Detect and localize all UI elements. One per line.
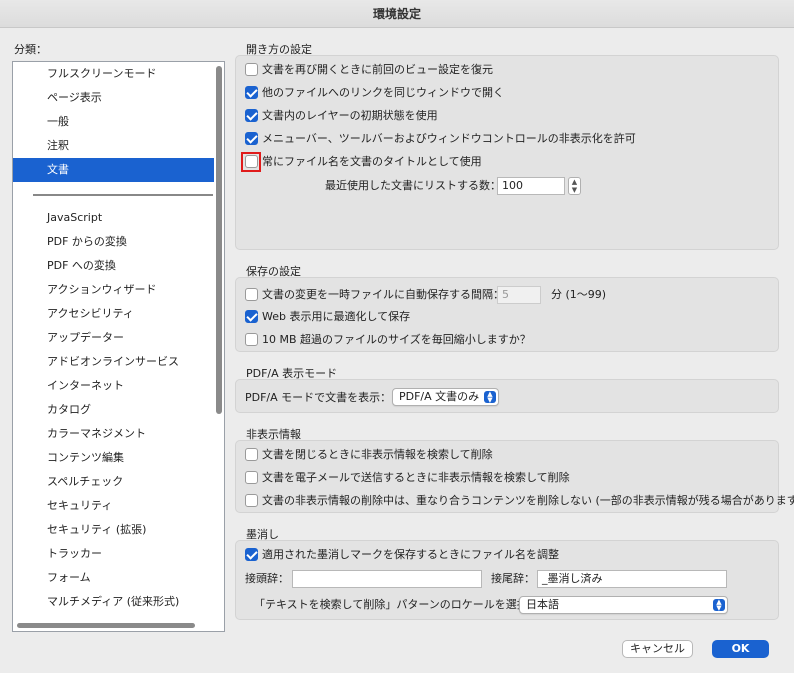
ok-button[interactable]: OK	[712, 640, 769, 658]
hidden-close-option[interactable]: 文書を閉じるときに非表示情報を検索して削除	[245, 447, 493, 463]
category-item[interactable]: アクションウィザード	[13, 278, 214, 302]
pdfa-mode-select[interactable]: PDF/A 文書のみ ▲ ▼	[392, 388, 499, 406]
same-window-label: 他のファイルへのリンクを同じウィンドウで開く	[262, 86, 504, 99]
restore-view-checkbox[interactable]	[245, 62, 258, 76]
category-item[interactable]: アドビオンラインサービス	[13, 350, 214, 374]
autosave-interval-unit: 分 (1〜99)	[551, 288, 607, 301]
hidden-overlap-checkbox[interactable]	[245, 493, 258, 507]
category-item-selected[interactable]: 文書	[13, 158, 214, 182]
web-optimize-label: Web 表示用に最適化して保存	[262, 310, 411, 323]
locale-label: 「テキストを検索して削除」パターンのロケールを選択：	[254, 598, 539, 611]
pdfa-mode-value: PDF/A 文書のみ	[399, 390, 480, 403]
category-item[interactable]: コンテンツ編集	[13, 446, 214, 470]
category-item[interactable]: フルスクリーンモード	[13, 62, 214, 86]
locale-value: 日本語	[526, 598, 559, 611]
hidden-email-checkbox[interactable]	[245, 470, 258, 484]
stepper-down-icon[interactable]: ▼	[572, 186, 577, 194]
hide-menubar-option[interactable]: メニューバー、ツールバーおよびウィンドウコントロールの非表示化を許可	[245, 131, 636, 147]
hidden-close-label: 文書を閉じるときに非表示情報を検索して削除	[262, 448, 493, 461]
recent-docs-input[interactable]: 100	[497, 177, 565, 195]
category-list[interactable]: フルスクリーンモード ページ表示 一般 注釈 文書 JavaScript PDF…	[12, 61, 225, 632]
vertical-scrollbar[interactable]	[216, 66, 222, 414]
category-item[interactable]: PDF への変換	[13, 254, 214, 278]
reduce-size-option[interactable]: 10 MB 超過のファイルのサイズを毎回縮小しますか？	[245, 332, 531, 348]
category-item[interactable]: セキュリティ	[13, 494, 214, 518]
autosave-label: 文書の変更を一時ファイルに自動保存する間隔：	[262, 288, 504, 301]
reduce-size-checkbox[interactable]	[245, 332, 258, 346]
redact-filename-option[interactable]: 適用された墨消しマークを保存するときにファイル名を調整	[245, 547, 559, 563]
filename-title-option[interactable]: 常にファイル名を文書のタイトルとして使用	[245, 154, 482, 170]
pdfa-mode-label: PDF/A モードで文書を表示：	[245, 391, 392, 404]
hidden-email-label: 文書を電子メールで送信するときに非表示情報を検索して削除	[262, 471, 570, 484]
restore-view-label: 文書を再び開くときに前回のビュー設定を復元	[262, 63, 493, 76]
category-item[interactable]: 一般	[13, 110, 214, 134]
select-chevron-icon: ▲ ▼	[484, 391, 496, 404]
category-item[interactable]: カタログ	[13, 398, 214, 422]
same-window-checkbox[interactable]	[245, 85, 258, 99]
recent-docs-label: 最近使用した文書にリストする数：	[325, 179, 501, 192]
layer-state-label: 文書内のレイヤーの初期状態を使用	[262, 109, 438, 122]
autosave-interval-input[interactable]: 5	[497, 286, 541, 304]
layer-state-option[interactable]: 文書内のレイヤーの初期状態を使用	[245, 108, 438, 124]
suffix-input[interactable]: _墨消し済み	[537, 570, 727, 588]
stepper-up-icon[interactable]: ▲	[572, 178, 577, 186]
category-item[interactable]: インターネット	[13, 374, 214, 398]
cancel-button[interactable]: キャンセル	[622, 640, 693, 658]
recent-docs-stepper[interactable]: ▲ ▼	[568, 177, 581, 195]
category-item[interactable]: アクセシビリティ	[13, 302, 214, 326]
category-item[interactable]: フォーム	[13, 566, 214, 590]
category-item[interactable]: カラーマネジメント	[13, 422, 214, 446]
web-optimize-option[interactable]: Web 表示用に最適化して保存	[245, 309, 410, 325]
select-chevron-icon: ▲ ▼	[713, 599, 725, 612]
hidden-overlap-option[interactable]: 文書の非表示情報の削除中は、重なり合うコンテンツを削除しない (一部の非表示情報…	[245, 493, 794, 509]
hide-menubar-checkbox[interactable]	[245, 131, 258, 145]
filename-title-label: 常にファイル名を文書のタイトルとして使用	[262, 155, 482, 168]
category-item[interactable]: ページ表示	[13, 86, 214, 110]
autosave-checkbox[interactable]	[245, 287, 258, 301]
restore-view-option[interactable]: 文書を再び開くときに前回のビュー設定を復元	[245, 62, 493, 78]
redact-filename-label: 適用された墨消しマークを保存するときにファイル名を調整	[262, 548, 559, 561]
category-label: 分類：	[14, 43, 47, 56]
layer-state-checkbox[interactable]	[245, 108, 258, 122]
suffix-label: 接尾辞：	[491, 572, 535, 585]
autosave-option[interactable]: 文書の変更を一時ファイルに自動保存する間隔：	[245, 287, 504, 303]
same-window-option[interactable]: 他のファイルへのリンクを同じウィンドウで開く	[245, 85, 504, 101]
category-item[interactable]: アップデーター	[13, 326, 214, 350]
hide-menubar-label: メニューバー、ツールバーおよびウィンドウコントロールの非表示化を許可	[262, 132, 636, 145]
category-item[interactable]: スペルチェック	[13, 470, 214, 494]
redact-filename-checkbox[interactable]	[245, 547, 258, 561]
prefix-label: 接頭辞：	[245, 572, 289, 585]
category-item[interactable]: 注釈	[13, 134, 214, 158]
window-title: 環境設定	[0, 0, 794, 28]
web-optimize-checkbox[interactable]	[245, 309, 258, 323]
hidden-overlap-label: 文書の非表示情報の削除中は、重なり合うコンテンツを削除しない (一部の非表示情報…	[262, 494, 794, 507]
reduce-size-label: 10 MB 超過のファイルのサイズを毎回縮小しますか？	[262, 333, 531, 346]
horizontal-scrollbar[interactable]	[17, 623, 195, 628]
hidden-close-checkbox[interactable]	[245, 447, 258, 461]
category-separator	[33, 194, 213, 196]
hidden-email-option[interactable]: 文書を電子メールで送信するときに非表示情報を検索して削除	[245, 470, 570, 486]
prefix-input[interactable]	[292, 570, 482, 588]
category-item[interactable]: PDF からの変換	[13, 230, 214, 254]
locale-select[interactable]: 日本語 ▲ ▼	[519, 596, 728, 614]
category-item[interactable]: JavaScript	[13, 206, 214, 230]
category-item[interactable]: トラッカー	[13, 542, 214, 566]
category-item[interactable]: セキュリティ (拡張)	[13, 518, 214, 542]
category-item[interactable]: マルチメディア (従来形式)	[13, 590, 214, 614]
highlight-box	[241, 152, 261, 172]
